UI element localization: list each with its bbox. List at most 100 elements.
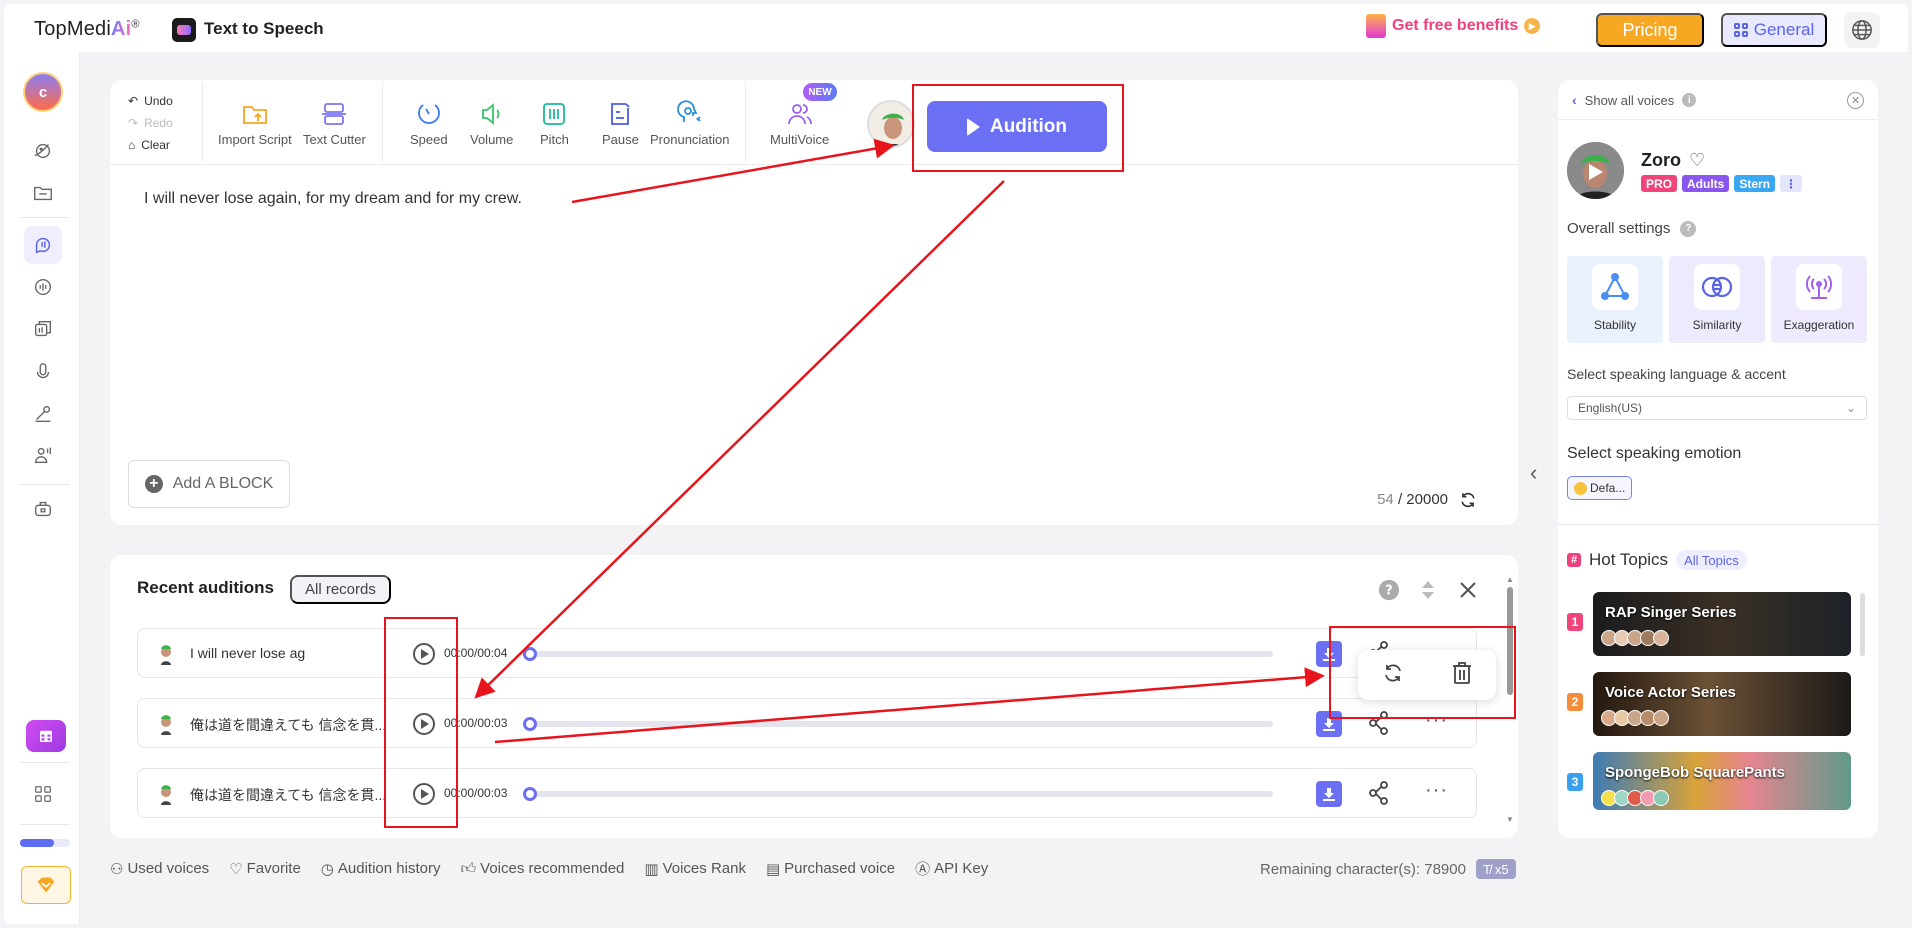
refresh-button[interactable] (1458, 490, 1478, 515)
emotion-select[interactable]: Defa... (1567, 476, 1633, 500)
share-button[interactable] (1368, 711, 1390, 740)
text-cutter-button[interactable]: Text Cutter (303, 100, 366, 147)
brand-logo[interactable]: TopMediAi® (34, 18, 140, 41)
audition-button[interactable]: Audition (927, 101, 1107, 152)
volume-button[interactable]: Volume (470, 100, 513, 147)
purchased-voice-link[interactable]: ▤ Purchased voice (766, 858, 895, 879)
download-button[interactable] (1316, 781, 1342, 807)
help-button[interactable]: ? (1376, 577, 1402, 603)
language-globe-button[interactable] (1844, 12, 1880, 48)
collapse-panel-button[interactable]: ‹ (1530, 460, 1537, 486)
more-tags-icon[interactable]: ⋮ (1780, 175, 1803, 192)
used-voices-link[interactable]: ⚇ Used voices (110, 858, 209, 879)
scroll-down-icon[interactable]: ▼ (1506, 815, 1514, 824)
undo-button[interactable]: ↶ Undo (128, 90, 173, 112)
char-limit: / 20000 (1397, 491, 1448, 508)
usage-progress-bar (20, 839, 70, 847)
download-button[interactable] (1316, 641, 1342, 667)
stability-setting[interactable]: Stability (1567, 256, 1663, 343)
expand-collapse-button[interactable] (1415, 577, 1441, 603)
similarity-circles-icon (1701, 276, 1733, 298)
pricing-button[interactable]: Pricing (1596, 13, 1704, 47)
all-topics-button[interactable]: All Topics (1676, 550, 1747, 570)
play-button[interactable] (413, 713, 435, 735)
pronunciation-button[interactable]: Pronunciation (650, 100, 730, 147)
sidebar-item-text-to-speech[interactable] (24, 226, 62, 264)
sidebar-item-batch[interactable] (28, 314, 58, 344)
add-block-button[interactable]: + Add A BLOCK (128, 460, 290, 508)
audition-row[interactable]: 俺は道を間違えても 信念を貫... 00:00/00:03 ··· (137, 698, 1477, 748)
topic-card-rap-singer[interactable]: RAP Singer Series (1593, 592, 1851, 656)
delete-button[interactable] (1451, 661, 1473, 690)
tool-label: Pause (602, 132, 639, 147)
sidebar-item-voice-changer[interactable] (28, 272, 58, 302)
topic-card-spongebob[interactable]: SpongeBob SquarePants (1593, 752, 1851, 810)
audition-row[interactable]: 俺は道を間違えても 信念を貫... 00:00/00:03 ··· (137, 768, 1477, 818)
topics-scrollbar[interactable] (1860, 593, 1865, 656)
sidebar-item-voice-clone[interactable] (28, 357, 58, 387)
pause-button[interactable]: Pause (602, 100, 639, 147)
slider-knob[interactable] (523, 717, 537, 731)
script-text-input[interactable]: I will never lose again, for my dream an… (144, 190, 522, 208)
tag-stern: Stern (1734, 175, 1776, 192)
sidebar-item-speaker[interactable] (28, 440, 58, 470)
audio-progress-slider[interactable] (523, 787, 1273, 801)
setting-label: Similarity (1692, 318, 1742, 332)
eraser-icon: ⌂ (128, 138, 136, 152)
voices-recommended-link[interactable]: 👍︎ Voices recommended (460, 858, 624, 879)
get-free-benefits-link[interactable]: Get free benefits ▶ (1366, 14, 1541, 38)
clear-button[interactable]: ⌂ Clear (128, 134, 173, 156)
recent-scrollbar[interactable]: ▲ ▼ (1505, 575, 1515, 825)
favorite-heart-icon[interactable]: ♡ (1689, 150, 1705, 171)
sidebar-item-toolbox[interactable] (28, 494, 58, 524)
slider-knob[interactable] (523, 787, 537, 801)
sidebar-item-singer[interactable] (28, 399, 58, 429)
show-all-voices-button[interactable]: ‹ Show all voices i (1572, 92, 1697, 108)
sidebar-item-apps[interactable] (28, 779, 58, 809)
audio-progress-slider[interactable] (523, 647, 1273, 661)
help-icon[interactable]: ? (1680, 220, 1697, 237)
calendar-promo-button[interactable] (26, 720, 66, 752)
multiplier-badge[interactable]: T̸ x5 (1475, 859, 1516, 879)
similarity-setting[interactable]: Similarity (1669, 256, 1765, 343)
redo-button[interactable]: ↷ Redo (128, 112, 173, 134)
regenerate-button[interactable] (1381, 661, 1405, 690)
close-recent-button[interactable] (1455, 577, 1481, 603)
voice-mini-avatar-icon (161, 785, 171, 805)
general-button[interactable]: General (1721, 13, 1827, 47)
favorite-link[interactable]: ♡ Favorite (229, 858, 301, 879)
recent-auditions-title: Recent auditions (137, 578, 274, 597)
exaggeration-setting[interactable]: Exaggeration (1771, 256, 1867, 343)
voices-rank-link[interactable]: ▥ Voices Rank (644, 858, 746, 879)
play-icon (966, 117, 980, 136)
play-button[interactable] (413, 783, 435, 805)
sidebar-item-files[interactable] (28, 178, 58, 208)
trash-icon (1453, 661, 1471, 684)
user-avatar[interactable]: c (23, 72, 63, 112)
selected-voice-avatar[interactable] (867, 100, 915, 148)
more-options-button[interactable]: ··· (1425, 779, 1448, 802)
scroll-up-icon[interactable]: ▲ (1506, 575, 1514, 584)
import-script-button[interactable]: Import Script (218, 100, 292, 147)
audition-history-link[interactable]: ◷ Audition history (321, 858, 441, 879)
download-button[interactable] (1316, 711, 1342, 737)
voice-avatar-play[interactable] (1567, 142, 1624, 199)
vip-upgrade-button[interactable] (21, 866, 71, 904)
language-select[interactable]: English(US) ⌄ (1567, 396, 1867, 420)
pitch-button[interactable]: Pitch (540, 100, 569, 147)
multivoice-button[interactable]: MultiVoice (770, 100, 829, 147)
info-icon[interactable]: i (1682, 93, 1697, 107)
audio-progress-slider[interactable] (523, 717, 1273, 731)
all-records-button[interactable]: All records (290, 575, 391, 604)
audition-row[interactable]: I will never lose ag 00:00/00:04 (137, 628, 1477, 678)
scrollbar-thumb[interactable] (1507, 587, 1513, 695)
topic-card-voice-actor[interactable]: Voice Actor Series (1593, 672, 1851, 736)
speed-button[interactable]: Speed (410, 100, 448, 147)
play-button[interactable] (413, 643, 435, 665)
share-button[interactable] (1368, 781, 1390, 810)
sidebar-item-explore[interactable] (28, 136, 58, 166)
api-key-link[interactable]: Ⓐ API Key (915, 858, 988, 879)
slider-knob[interactable] (523, 647, 537, 661)
close-panel-button[interactable]: ✕ (1847, 92, 1864, 109)
more-options-button[interactable]: ··· (1425, 709, 1448, 732)
